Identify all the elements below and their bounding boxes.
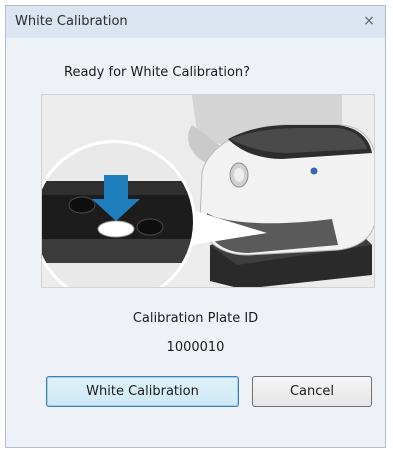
white-calibration-dialog: White Calibration × Ready for White Cali… [5,5,386,448]
title-bar[interactable]: White Calibration × [6,6,385,38]
spectrophotometer-on-calibration-plate-icon [42,95,374,287]
dialog-title: White Calibration [15,14,128,29]
calibration-plate-id-label: Calibration Plate ID [132,311,259,326]
close-icon[interactable]: × [359,11,379,31]
white-calibration-button[interactable]: White Calibration [46,376,239,407]
calibration-illustration [41,94,375,288]
cancel-button[interactable]: Cancel [252,376,372,407]
calibration-prompt: Ready for White Calibration? [64,65,251,80]
calibration-plate-id-value: 1000010 [166,340,225,355]
